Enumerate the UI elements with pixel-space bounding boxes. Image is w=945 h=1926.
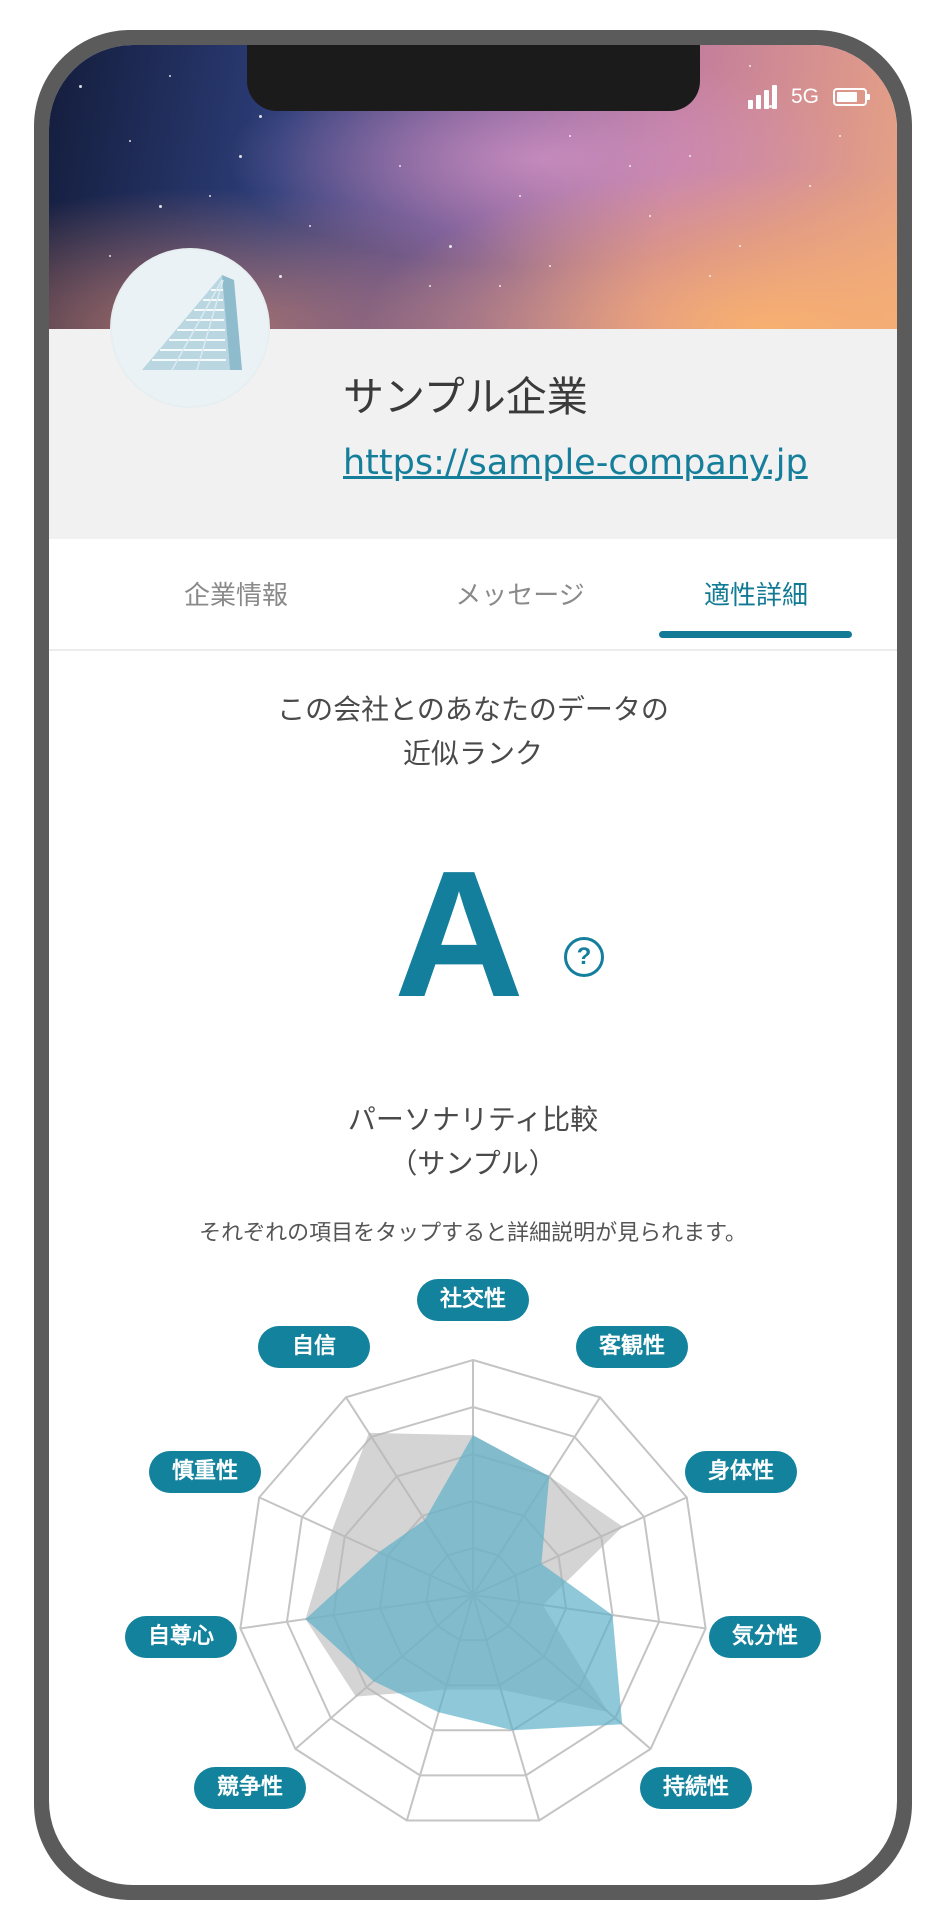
axis-label-caution[interactable]: 慎重性: [149, 1451, 261, 1493]
signal-icon: [747, 85, 777, 109]
star-dot: [839, 135, 841, 137]
axis-label-persistence[interactable]: 持続性: [640, 1767, 752, 1809]
star-dot: [809, 185, 811, 187]
personality-title-line1: パーソナリティ比較: [347, 1103, 599, 1136]
company-logo: [112, 250, 268, 406]
star-dot: [499, 285, 501, 287]
app-screen: 5G サンプル企業 https://sample-company.jp 企業情報…: [49, 45, 897, 1885]
star-dot: [279, 275, 282, 278]
star-dot: [649, 215, 651, 217]
star-dot: [259, 115, 262, 118]
star-dot: [129, 140, 131, 142]
star-dot: [399, 165, 401, 167]
company-name: サンプル企業: [343, 373, 588, 421]
star-dot: [429, 285, 431, 287]
tab-aptitude-details[interactable]: 適性詳細: [656, 575, 856, 612]
axis-label-objectivity[interactable]: 客観性: [576, 1326, 688, 1368]
axis-label-competitiveness[interactable]: 競争性: [194, 1767, 306, 1809]
battery-icon: [833, 88, 870, 106]
axis-label-confidence[interactable]: 自信: [258, 1326, 370, 1368]
network-type: 5G: [790, 85, 819, 108]
star-dot: [169, 75, 171, 77]
tap-hint-text: それぞれの項目をタップすると詳細説明が見られます。: [199, 1221, 747, 1246]
star-dot: [749, 65, 751, 67]
personality-title-line2: （サンプル）: [389, 1147, 557, 1180]
star-dot: [629, 165, 631, 167]
star-dot: [689, 155, 691, 157]
building-image: [112, 250, 268, 406]
company-url-link[interactable]: https://sample-company.jp: [343, 443, 808, 483]
axis-label-sociability[interactable]: 社交性: [417, 1279, 529, 1321]
star-dot: [159, 205, 162, 208]
device-notch: [247, 45, 700, 111]
axis-label-physicality[interactable]: 身体性: [685, 1451, 797, 1493]
star-dot: [79, 85, 82, 88]
star-dot: [519, 195, 521, 197]
rank-title-line2: 近似ランク: [402, 737, 543, 770]
star-dot: [109, 255, 111, 257]
star-dot: [449, 245, 452, 248]
match-rank: A: [394, 834, 524, 1035]
star-dot: [549, 265, 551, 267]
rank-title-line1: この会社とのあなたのデータの: [277, 693, 669, 726]
tab-company-info[interactable]: 企業情報: [136, 575, 336, 612]
tab-bar: 企業情報 メッセージ 適性詳細: [49, 539, 897, 651]
axis-label-self-esteem[interactable]: 自尊心: [125, 1616, 237, 1658]
star-dot: [309, 225, 311, 227]
active-tab-indicator: [659, 631, 852, 638]
star-dot: [239, 155, 242, 158]
personality-radar-chart: [239, 1358, 707, 1822]
help-icon[interactable]: ?: [564, 937, 604, 977]
star-dot: [709, 275, 711, 277]
star-dot: [209, 195, 211, 197]
tab-messages[interactable]: メッセージ: [420, 575, 620, 612]
status-bar: 5G: [747, 85, 870, 109]
axis-label-moodiness[interactable]: 気分性: [709, 1616, 821, 1658]
star-dot: [739, 245, 741, 247]
star-dot: [569, 135, 571, 137]
